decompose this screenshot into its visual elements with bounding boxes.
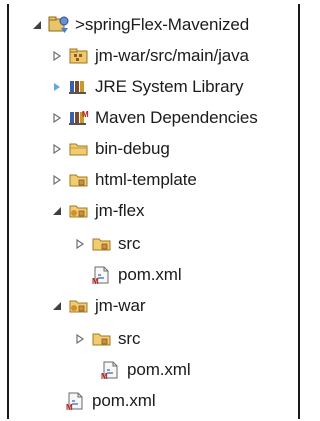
tree-item-src[interactable]: src [74, 229, 140, 259]
tree-item-label: pom.xml [92, 391, 156, 410]
expanded-arrow-icon[interactable] [51, 300, 63, 312]
tree-item-label: Maven Dependencies [95, 108, 258, 127]
project-icon [48, 15, 70, 35]
expanded-arrow-icon[interactable] [31, 19, 43, 31]
tree-item-jm-war[interactable]: jm-war [51, 291, 146, 321]
svg-text:M: M [101, 372, 108, 380]
tree-item-label: jm-war [95, 296, 146, 315]
tree-item-label: pom.xml [118, 265, 182, 284]
tree-item-source-folder[interactable]: jm-war/src/main/java [51, 41, 249, 71]
xml-file-icon: M [65, 391, 87, 411]
package-explorer-panel: >springFlex-Mavenized jm-war/src/main/ja… [7, 4, 300, 419]
xml-file-icon: M [91, 265, 113, 285]
collapsed-arrow-icon[interactable] [51, 50, 63, 62]
tree-item-bin-debug[interactable]: bin-debug [51, 134, 170, 164]
tree-item-label: html-template [95, 170, 197, 189]
tree-item-label: src [118, 329, 141, 348]
svg-text:M: M [92, 277, 99, 285]
package-folder-icon [91, 329, 113, 349]
svg-text:M: M [82, 110, 89, 119]
tree-item-label: src [118, 234, 141, 253]
collapsed-arrow-icon[interactable] [51, 81, 63, 93]
collapsed-arrow-icon[interactable] [51, 112, 63, 124]
source-folder-icon [68, 46, 90, 66]
tree-item-label: bin-debug [95, 139, 170, 158]
package-folder-icon [68, 170, 90, 190]
tree-item-jre-library[interactable]: JRE System Library [51, 72, 244, 102]
tree-item-pom-xml[interactable]: M pom.xml [91, 260, 182, 290]
collapsed-arrow-icon[interactable] [51, 174, 63, 186]
module-folder-icon [68, 201, 90, 221]
module-folder-icon [68, 296, 90, 316]
expanded-arrow-icon[interactable] [51, 205, 63, 217]
folder-icon [68, 139, 90, 159]
tree-item-label: pom.xml [127, 360, 191, 379]
collapsed-arrow-icon[interactable] [51, 143, 63, 155]
tree-item-label: jm-war/src/main/java [95, 46, 249, 65]
svg-text:M: M [66, 403, 73, 411]
maven-library-icon: M [68, 108, 90, 128]
tree-item-jm-flex[interactable]: jm-flex [51, 196, 144, 226]
tree-item-pom-xml[interactable]: M pom.xml [100, 355, 191, 385]
tree-item-maven-dependencies[interactable]: M Maven Dependencies [51, 103, 258, 133]
library-icon [68, 77, 90, 97]
collapsed-arrow-icon[interactable] [74, 238, 86, 250]
xml-file-icon: M [100, 360, 122, 380]
tree-item-pom-xml[interactable]: M pom.xml [65, 386, 156, 416]
tree-item-label: jm-flex [95, 201, 145, 220]
tree-item-html-template[interactable]: html-template [51, 165, 197, 195]
package-folder-icon [91, 234, 113, 254]
tree-item-project[interactable]: >springFlex-Mavenized [31, 10, 249, 40]
collapsed-arrow-icon[interactable] [74, 333, 86, 345]
tree-item-src[interactable]: src [74, 324, 140, 354]
tree-item-label: JRE System Library [95, 77, 244, 96]
tree-item-label: >springFlex-Mavenized [75, 15, 250, 34]
